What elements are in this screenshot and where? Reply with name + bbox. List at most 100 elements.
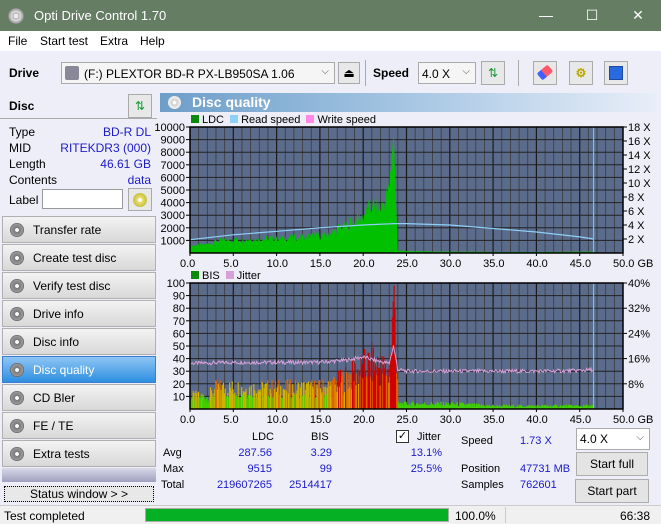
title-bar: Opti Drive Control 1.70 — ☐ ✕ <box>0 0 661 31</box>
y2-tick-label: 24% <box>628 328 650 340</box>
drive-icon <box>65 66 79 80</box>
mid-value: RITEKDR3 (000) <box>60 141 151 155</box>
total-label: Total <box>161 479 185 491</box>
status-window-button[interactable]: Status window > > <box>4 486 154 502</box>
x-tick-label: 45.0 <box>570 414 591 426</box>
jitter-checkbox[interactable]: ✓ <box>396 430 409 443</box>
jitter-label: Jitter <box>417 431 441 443</box>
type-value: BD-R DL <box>102 125 151 139</box>
y2-tick-label: 16% <box>628 354 650 366</box>
eraser-icon <box>536 64 554 81</box>
y2-tick-label: 8 X <box>628 192 645 204</box>
settings-button[interactable]: ⚙ <box>569 61 593 85</box>
menu-start-test[interactable]: Start test <box>40 34 88 48</box>
progress-label: 100.0% <box>455 509 496 523</box>
y-tick-label: 2000 <box>161 223 185 235</box>
maximize-button[interactable]: ☐ <box>569 0 615 31</box>
contents-value: data <box>127 173 151 187</box>
menu-bar: File Start test Extra Help <box>0 31 661 51</box>
y-tick-label: 50 <box>173 341 185 353</box>
x-tick-label: 25.0 <box>397 414 418 426</box>
y2-tick-label: 16 X <box>628 136 651 148</box>
mid-label: MID <box>9 141 31 155</box>
minimize-button[interactable]: — <box>523 0 569 31</box>
menu-extra[interactable]: Extra <box>100 34 128 48</box>
label-input[interactable] <box>42 189 123 209</box>
y-tick-label: 70 <box>173 316 185 328</box>
y2-tick-label: 12 X <box>628 164 651 176</box>
chevron-down-icon: ⌵ <box>636 432 644 443</box>
eject-icon: ⏏ <box>343 66 355 80</box>
speed-value: 4.0 X <box>422 67 451 81</box>
avg-bis: 3.29 <box>310 447 332 459</box>
status-text: Test completed <box>4 509 85 523</box>
close-button[interactable]: ✕ <box>615 0 661 31</box>
y-tick-label: 4000 <box>161 198 185 210</box>
menu-help[interactable]: Help <box>140 34 165 48</box>
speed-stat-value: 1.73 X <box>520 435 552 447</box>
y2-tick-label: 40% <box>628 278 650 290</box>
samples-value: 762601 <box>520 479 557 491</box>
app-icon <box>8 8 24 24</box>
y2-tick-label: 14 X <box>628 150 651 162</box>
nav-verify-test-disc[interactable]: Verify test disc <box>2 272 156 299</box>
avg-jitter: 13.1% <box>410 447 442 459</box>
y2-tick-label: 8% <box>628 379 644 391</box>
drive-select[interactable]: (F:) PLEXTOR BD-R PX-LB950SA 1.06 ⌵ <box>61 62 335 84</box>
disc-title: Disc <box>9 99 35 113</box>
test-speed-select[interactable]: 4.0 X ⌵ <box>576 428 650 450</box>
disc-refresh-button[interactable]: ⇅ <box>128 94 152 118</box>
x-tick-label: 40.0 <box>526 414 547 426</box>
nav-disc-quality[interactable]: Disc quality <box>2 356 156 383</box>
x-tick-label: 0.0 <box>180 258 195 270</box>
label-disc-button[interactable] <box>128 188 152 211</box>
max-jitter: 25.5% <box>410 463 442 475</box>
x-tick-label: 5.0 <box>223 258 238 270</box>
gears-icon: ⚙ <box>575 66 587 80</box>
total-bis: 2514417 <box>289 479 332 491</box>
nav-create-test-disc[interactable]: Create test disc <box>2 244 156 271</box>
disc-quality-icon <box>10 363 24 377</box>
nav-disc-info[interactable]: Disc info <box>2 328 156 355</box>
start-part-button[interactable]: Start part <box>575 479 649 503</box>
max-bis: 99 <box>319 463 332 475</box>
nav-extra-tests[interactable]: Extra tests <box>2 440 156 467</box>
y2-tick-label: 32% <box>628 303 650 315</box>
start-full-button[interactable]: Start full <box>576 452 648 476</box>
fe-te-icon <box>10 419 24 433</box>
chevron-down-icon: ⌵ <box>462 66 470 77</box>
refresh-icon: ⇅ <box>487 66 499 80</box>
samples-label: Samples <box>461 479 504 491</box>
max-label: Max <box>163 463 184 475</box>
disc-quality-icon <box>168 96 181 109</box>
avg-ldc: 287.56 <box>238 447 272 459</box>
length-label: Length <box>9 157 46 171</box>
x-tick-label: 35.0 <box>483 258 504 270</box>
y2-tick-label: 18 X <box>628 122 651 134</box>
x-tick-label: 35.0 <box>483 414 504 426</box>
length-value: 46.61 GB <box>100 157 151 171</box>
contents-label: Contents <box>9 173 58 187</box>
x-tick-label: 30.0 <box>440 258 461 270</box>
y-tick-label: 3000 <box>161 210 185 222</box>
y-tick-label: 6000 <box>161 172 185 184</box>
nav-drive-info[interactable]: Drive info <box>2 300 156 327</box>
x-tick-label: 20.0 <box>353 414 374 426</box>
refresh-button[interactable]: ⇅ <box>481 61 505 85</box>
position-value: 47731 MB <box>520 463 571 475</box>
x-tick-label: 40.0 <box>526 258 547 270</box>
save-button[interactable] <box>604 61 628 85</box>
test-speed-value: 4.0 X <box>580 432 609 446</box>
y-tick-label: 10000 <box>155 122 185 134</box>
drive-value: (F:) PLEXTOR BD-R PX-LB950SA 1.06 <box>84 67 295 81</box>
nav-transfer-rate[interactable]: Transfer rate <box>2 216 156 243</box>
drive-info-icon <box>10 307 24 321</box>
nav-fe-te[interactable]: FE / TE <box>2 412 156 439</box>
erase-button[interactable] <box>533 61 557 85</box>
x-tick-label: 45.0 <box>570 258 591 270</box>
speed-select[interactable]: 4.0 X ⌵ <box>418 62 476 84</box>
nav-cd-bler[interactable]: CD Bler <box>2 384 156 411</box>
eject-button[interactable]: ⏏ <box>338 62 360 84</box>
bis-chart: 102030405060708090100 8% 16% 24% 32% 40% 0.0 5.… <box>167 278 654 426</box>
menu-file[interactable]: File <box>8 34 27 48</box>
